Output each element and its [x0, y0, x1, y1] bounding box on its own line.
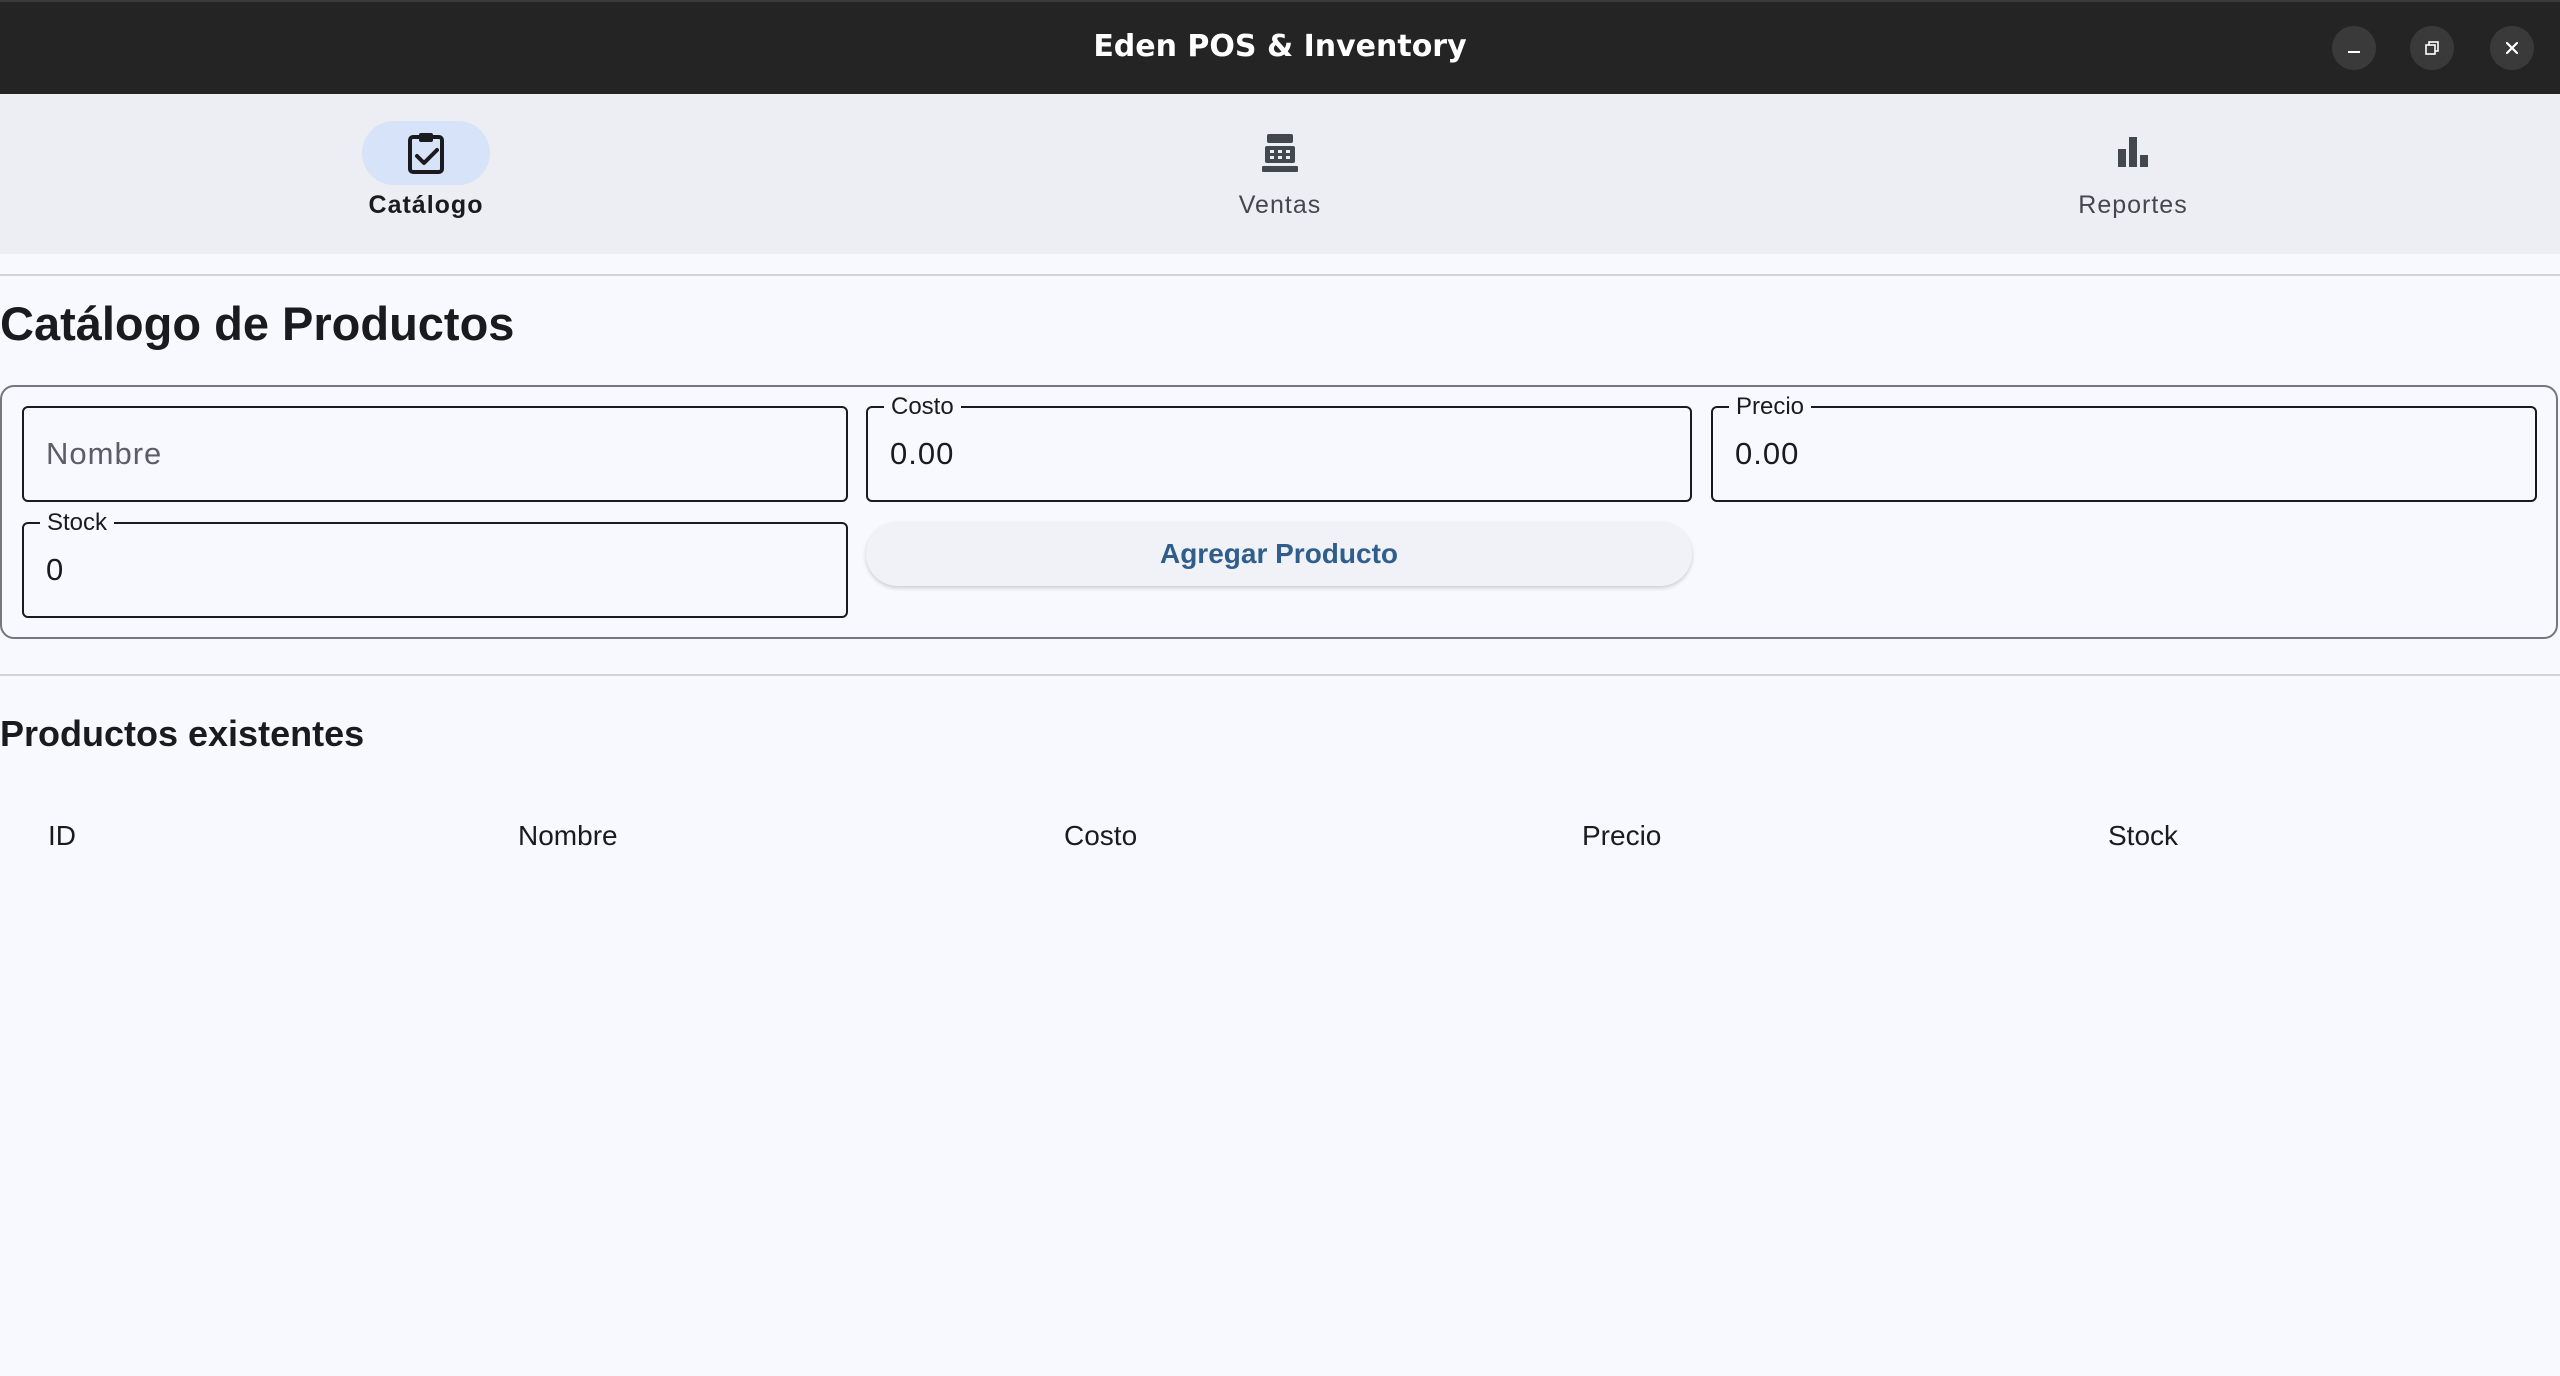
products-section-title: Productos existentes	[0, 713, 365, 754]
precio-field[interactable]: Precio	[1711, 394, 2537, 502]
clipboard-check-icon	[408, 133, 444, 174]
close-icon	[2505, 41, 2519, 55]
nav-icon-container	[2069, 121, 2197, 185]
products-table-header: ID Nombre Costo Precio Stock	[0, 820, 2560, 860]
nav-label-ventas: Ventas	[1238, 191, 1322, 219]
maximize-button[interactable]	[2410, 26, 2454, 70]
nav-item-ventas[interactable]: Ventas	[1130, 94, 1430, 254]
nombre-field[interactable]	[22, 406, 848, 502]
stock-input[interactable]	[46, 524, 826, 616]
column-header-id[interactable]: ID	[48, 820, 76, 852]
minimize-icon	[2348, 51, 2360, 53]
cash-register-icon	[1262, 134, 1298, 172]
precio-input[interactable]	[1735, 408, 2515, 500]
divider	[0, 674, 2560, 676]
minimize-button[interactable]	[2332, 26, 2376, 70]
costo-input[interactable]	[890, 408, 1670, 500]
close-button[interactable]	[2490, 26, 2534, 70]
column-header-nombre[interactable]: Nombre	[518, 820, 618, 852]
nav-item-catalogo[interactable]: Catálogo	[276, 94, 576, 254]
nombre-input[interactable]	[46, 408, 826, 500]
costo-field[interactable]: Costo	[866, 394, 1692, 502]
nav-label-catalogo: Catálogo	[368, 191, 484, 219]
restore-icon	[2425, 41, 2439, 55]
active-indicator	[362, 121, 490, 185]
nav-item-reportes[interactable]: Reportes	[1983, 94, 2283, 254]
navigation-bar: Catálogo Ventas Reportes	[0, 94, 2560, 254]
add-product-button[interactable]: Agregar Producto	[866, 522, 1692, 586]
bar-chart-icon	[2118, 137, 2148, 167]
column-header-precio[interactable]: Precio	[1582, 820, 1661, 852]
page-title: Catálogo de Productos	[0, 297, 515, 350]
window-title: Eden POS & Inventory	[1093, 29, 1467, 64]
divider	[0, 274, 2560, 276]
nav-icon-container	[1216, 121, 1344, 185]
nav-label-reportes: Reportes	[2078, 191, 2188, 219]
column-header-stock[interactable]: Stock	[2108, 820, 2178, 852]
stock-field[interactable]: Stock	[22, 510, 848, 618]
column-header-costo[interactable]: Costo	[1064, 820, 1137, 852]
window-titlebar[interactable]: Eden POS & Inventory	[0, 0, 2560, 94]
